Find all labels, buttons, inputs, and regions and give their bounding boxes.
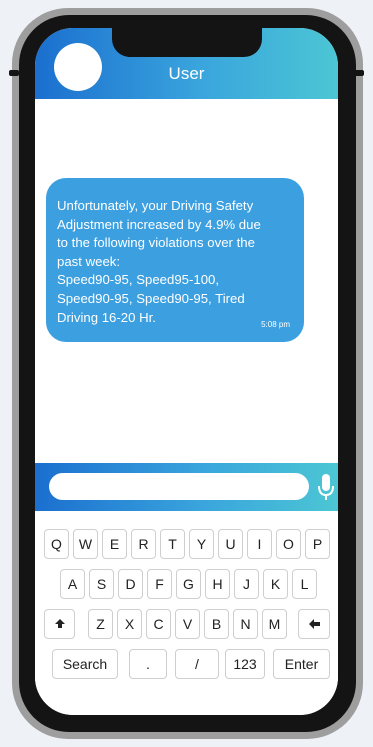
contact-name: User	[168, 64, 205, 83]
key-g[interactable]: G	[176, 569, 201, 599]
key-c[interactable]: C	[146, 609, 171, 639]
key-m[interactable]: M	[262, 609, 287, 639]
key-e[interactable]: E	[102, 529, 127, 559]
numbers-key[interactable]: 123	[225, 649, 265, 679]
key-j[interactable]: J	[234, 569, 259, 599]
key-n[interactable]: N	[233, 609, 258, 639]
message-bubble: Unfortunately, your Driving Safety Adjus…	[46, 178, 304, 342]
phone-notch	[112, 28, 262, 57]
slash-key[interactable]: /	[175, 649, 219, 679]
key-f[interactable]: F	[147, 569, 172, 599]
shift-key[interactable]	[44, 609, 75, 639]
key-t[interactable]: T	[160, 529, 185, 559]
side-button-left	[9, 70, 19, 76]
key-i[interactable]: I	[247, 529, 272, 559]
period-key[interactable]: .	[129, 649, 167, 679]
key-v[interactable]: V	[175, 609, 200, 639]
key-y[interactable]: Y	[189, 529, 214, 559]
key-x[interactable]: X	[117, 609, 142, 639]
compose-bar	[35, 463, 338, 511]
key-r[interactable]: R	[131, 529, 156, 559]
phone-screen: User Unfortunately, your Driving Safety …	[35, 28, 338, 715]
key-d[interactable]: D	[118, 569, 143, 599]
key-a[interactable]: A	[60, 569, 85, 599]
message-input[interactable]	[49, 473, 309, 500]
key-w[interactable]: W	[73, 529, 98, 559]
search-key[interactable]: Search	[52, 649, 118, 679]
backspace-key[interactable]	[298, 609, 330, 639]
message-text: Unfortunately, your Driving Safety Adjus…	[57, 198, 261, 325]
key-l[interactable]: L	[292, 569, 317, 599]
key-o[interactable]: O	[276, 529, 301, 559]
backspace-arrow-icon	[308, 619, 320, 629]
key-s[interactable]: S	[89, 569, 114, 599]
keyboard: Q W E R T Y U I O P A S D F G H J K L Z …	[35, 511, 338, 715]
shift-arrow-icon	[54, 619, 65, 628]
key-b[interactable]: B	[204, 609, 229, 639]
key-h[interactable]: H	[205, 569, 230, 599]
microphone-icon[interactable]	[316, 473, 336, 503]
key-q[interactable]: Q	[44, 529, 69, 559]
key-k[interactable]: K	[263, 569, 288, 599]
enter-key[interactable]: Enter	[273, 649, 330, 679]
key-u[interactable]: U	[218, 529, 243, 559]
key-p[interactable]: P	[305, 529, 330, 559]
key-z[interactable]: Z	[88, 609, 113, 639]
message-timestamp: 5:08 pm	[261, 320, 290, 329]
